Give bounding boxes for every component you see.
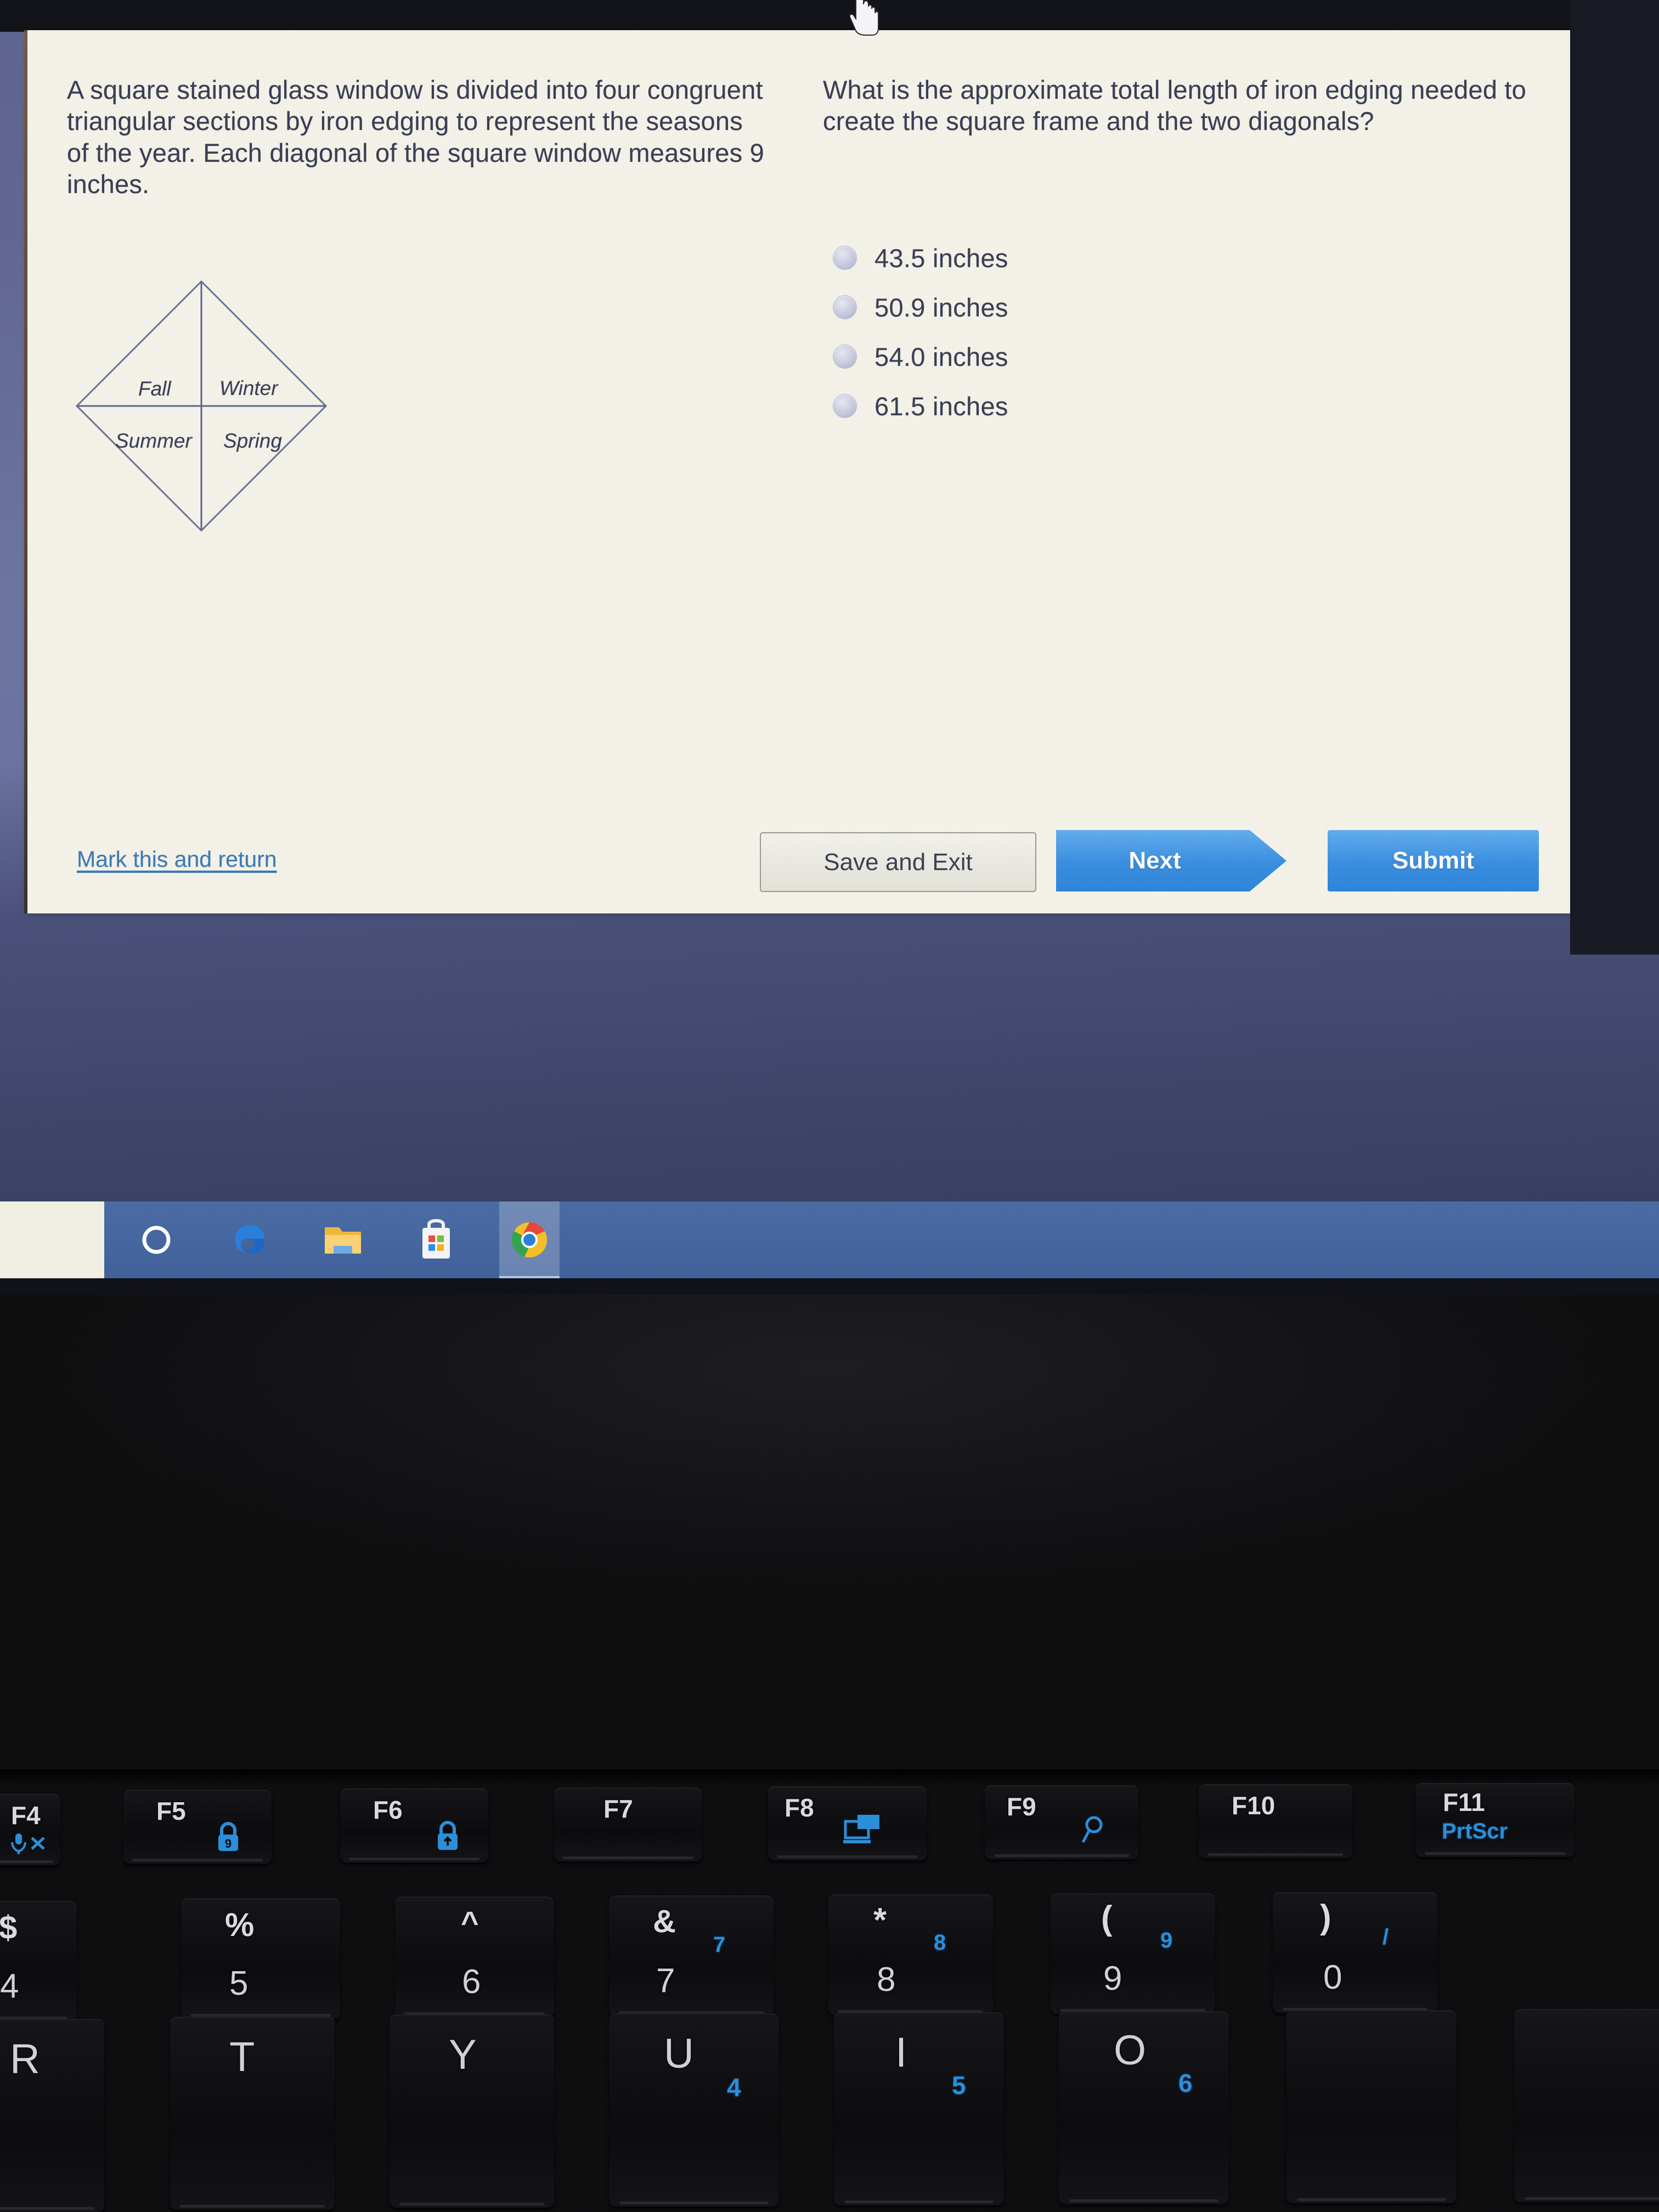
- passage-text: A square stained glass window is divided…: [67, 75, 764, 199]
- laptop-photo: A square stained glass window is divided…: [0, 0, 1659, 2212]
- keyboard-letter-row: R T Y U 4 I 5 O 6: [0, 1997, 1659, 2212]
- radio-button-4[interactable]: [833, 394, 857, 418]
- answer-choice-2[interactable]: 50.9 inches: [833, 283, 1008, 332]
- screen-bezel-right: [1570, 0, 1659, 955]
- display-switch-icon: [843, 1815, 879, 1843]
- answer-choice-1-label: 43.5 inches: [874, 243, 1008, 273]
- key-bracket-partial[interactable]: [1514, 2009, 1659, 2202]
- microphone-mute-icon: [11, 1833, 45, 1854]
- mark-this-and-return-link[interactable]: Mark this and return: [77, 847, 277, 872]
- quiz-content-panel: A square stained glass window is divided…: [24, 30, 1570, 913]
- cutoff-top-text: [1399, 0, 1618, 11]
- keyboard-number-row: $ 4 % 5 ^ 6 & 7 7 * 8 8 (9 9) 0 /: [0, 1874, 1659, 2022]
- region-label-summer: Summer: [115, 430, 192, 452]
- key-8-numpad-label: 8: [934, 1931, 946, 1955]
- taskbar-search-box[interactable]: [0, 1201, 104, 1278]
- taskbar-item-file-explorer[interactable]: [313, 1201, 373, 1278]
- passage-column: A square stained glass window is divided…: [67, 74, 769, 200]
- key-9-numpad-label: 9: [1160, 1928, 1173, 1953]
- key-t[interactable]: T: [170, 2017, 335, 2210]
- key-f11[interactable]: F11 PrtScr: [1415, 1783, 1575, 1857]
- region-label-fall: Fall: [138, 377, 171, 400]
- cortana-icon: [142, 1226, 171, 1254]
- taskbar-item-chrome[interactable]: [499, 1201, 560, 1278]
- answer-choices-group: 43.5 inches 50.9 inches 54.0 inches 61.5…: [833, 233, 1008, 431]
- submit-button[interactable]: Submit: [1328, 830, 1539, 891]
- radio-button-1[interactable]: [833, 246, 857, 270]
- microsoft-store-icon: [422, 1219, 450, 1259]
- laptop-screen: A square stained glass window is divided…: [0, 0, 1659, 1295]
- radio-button-2[interactable]: [833, 295, 857, 319]
- diamond-diagram-svg: [75, 280, 328, 532]
- taskbar-item-cortana[interactable]: [126, 1201, 187, 1278]
- answer-choice-2-label: 50.9 inches: [874, 292, 1008, 322]
- lock-arrow-icon: [438, 1821, 458, 1850]
- key-i-numpad-label: 5: [952, 2071, 966, 2100]
- region-label-winter: Winter: [219, 377, 278, 399]
- question-column: What is the approximate total length of …: [823, 74, 1536, 137]
- key-f5-numlock-digit: 9: [225, 1837, 232, 1850]
- key-f11-prtscr-label: PrtScr: [1442, 1819, 1508, 1843]
- search-icon: [1081, 1816, 1103, 1843]
- taskbar-item-edge[interactable]: [219, 1201, 280, 1278]
- answer-choice-4-label: 61.5 inches: [874, 391, 1008, 421]
- laptop-keyboard: F4 F5 9 F6 F7 F8 F9 F10 F11 PrtScr $ 4 %…: [0, 1778, 1659, 2212]
- key-u-numpad-label: 4: [727, 2073, 741, 2102]
- lock-icon: 9: [218, 1822, 238, 1851]
- answer-choice-1[interactable]: 43.5 inches: [833, 233, 1008, 283]
- file-explorer-icon: [325, 1227, 361, 1254]
- key-y[interactable]: Y: [390, 2015, 554, 2208]
- key-0-numpad-label: /: [1383, 1925, 1389, 1949]
- quiz-footer: Mark this and return Save and Exit Next …: [27, 809, 1570, 913]
- key-f4[interactable]: F4: [0, 1794, 60, 1865]
- answer-choice-3[interactable]: 54.0 inches: [833, 332, 1008, 381]
- keyboard-function-row: F4 F5 9 F6 F7 F8 F9 F10 F11 PrtScr: [0, 1778, 1659, 1876]
- key-9[interactable]: ( 9 9: [1051, 1893, 1215, 2014]
- key-7-numpad-label: 7: [713, 1933, 726, 1957]
- next-button[interactable]: Next: [1056, 830, 1286, 891]
- save-and-exit-button[interactable]: Save and Exit: [760, 832, 1036, 892]
- question-text: What is the approximate total length of …: [823, 75, 1527, 136]
- windows-taskbar: [0, 1201, 1659, 1278]
- hand-pointer-cursor: [849, 0, 879, 36]
- answer-choice-3-label: 54.0 inches: [874, 342, 1008, 371]
- radio-button-3[interactable]: [833, 345, 857, 369]
- key-0[interactable]: ) 0 /: [1273, 1892, 1437, 2013]
- key-f8[interactable]: F8: [768, 1786, 927, 1860]
- taskbar-item-microsoft-store[interactable]: [406, 1201, 466, 1278]
- key-u[interactable]: U 4: [609, 2013, 779, 2207]
- key-f7[interactable]: F7: [554, 1787, 702, 1861]
- key-p-partial[interactable]: [1286, 2010, 1457, 2203]
- key-i[interactable]: I 5: [834, 2012, 1004, 2205]
- region-label-spring: Spring: [223, 430, 282, 452]
- answer-choice-4[interactable]: 61.5 inches: [833, 381, 1008, 431]
- key-o[interactable]: O 6: [1059, 2011, 1229, 2204]
- edge-icon: [235, 1225, 265, 1254]
- key-f5[interactable]: F5 9: [123, 1790, 272, 1864]
- key-o-numpad-label: 6: [1178, 2069, 1193, 2097]
- key-f10[interactable]: F10: [1199, 1784, 1352, 1858]
- stained-glass-figure: Fall Winter Summer Spring: [67, 272, 374, 546]
- chrome-icon: [511, 1222, 547, 1257]
- key-f9[interactable]: F9: [985, 1785, 1138, 1859]
- key-r[interactable]: R: [0, 2019, 104, 2212]
- key-f6[interactable]: F6: [340, 1788, 488, 1863]
